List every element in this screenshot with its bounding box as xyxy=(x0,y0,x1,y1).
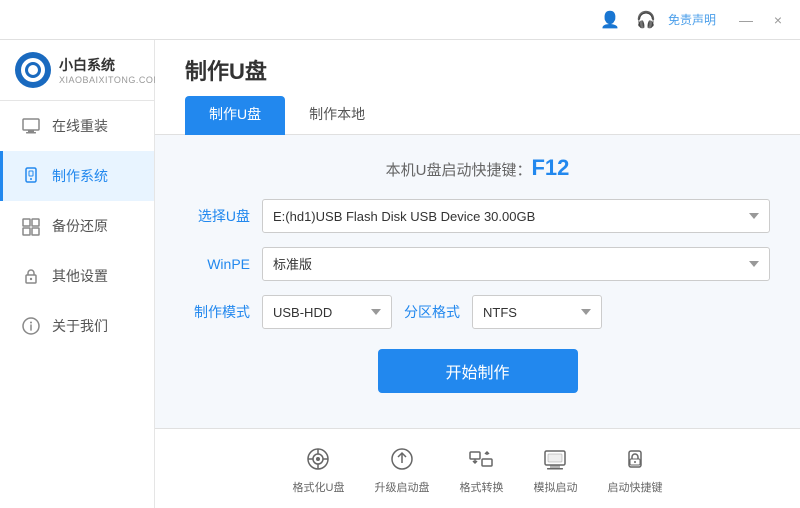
user-icon[interactable]: 👤 xyxy=(596,6,624,34)
sidebar-label-other-settings: 其他设置 xyxy=(52,266,108,286)
tool-boot-hotkey[interactable]: 启动快捷键 xyxy=(607,443,662,495)
shortcut-key: F12 xyxy=(531,155,569,180)
winpe-row: WinPE 标准版 xyxy=(185,247,770,281)
boot-hotkey-icon xyxy=(619,443,651,475)
bottom-toolbar: 格式化U盘 升级启动盘 xyxy=(155,428,800,508)
title-bar: 👤 🎧 免责声明 — × xyxy=(0,0,800,40)
upgrade-boot-icon xyxy=(386,443,418,475)
sidebar: 小白系统 XIAOBAIXITONG.COM 在线重装 xyxy=(0,40,155,508)
tab-make-local[interactable]: 制作本地 xyxy=(285,96,389,135)
usb-label: 选择U盘 xyxy=(185,206,250,226)
sidebar-nav: 在线重装 制作系统 xyxy=(0,101,154,508)
tool-upgrade-boot[interactable]: 升级启动盘 xyxy=(374,443,429,495)
sidebar-item-online-reinstall[interactable]: 在线重装 xyxy=(0,101,154,151)
content-area: 制作U盘 制作U盘 制作本地 本机U盘启动快捷键：F12 选择U盘 E:(hd1… xyxy=(155,40,800,508)
tool-sim-boot[interactable]: 模拟启动 xyxy=(533,443,577,495)
sidebar-label-make-system: 制作系统 xyxy=(52,166,108,186)
tab-bar: 制作U盘 制作本地 xyxy=(185,96,770,134)
logo-name: 小白系统 xyxy=(59,55,161,75)
main-layout: 小白系统 XIAOBAIXITONG.COM 在线重装 xyxy=(0,40,800,508)
start-button[interactable]: 开始制作 xyxy=(378,349,578,393)
mode-label: 制作模式 xyxy=(185,302,250,322)
sim-boot-label: 模拟启动 xyxy=(533,479,577,495)
sidebar-item-about-us[interactable]: 关于我们 xyxy=(0,301,154,351)
lock-icon xyxy=(20,265,42,287)
sidebar-label-online-reinstall: 在线重装 xyxy=(52,116,108,136)
close-button[interactable]: × xyxy=(766,8,790,32)
form-rows: 选择U盘 E:(hd1)USB Flash Disk USB Device 30… xyxy=(185,199,770,329)
logo-icon xyxy=(15,52,51,88)
winpe-label: WinPE xyxy=(185,256,250,272)
format-usb-icon xyxy=(302,443,334,475)
part-label: 分区格式 xyxy=(404,302,460,322)
mode-select[interactable]: USB-HDD xyxy=(262,295,392,329)
boot-hotkey-label: 启动快捷键 xyxy=(607,479,662,495)
format-usb-label: 格式化U盘 xyxy=(293,479,345,495)
sidebar-label-backup-restore: 备份还原 xyxy=(52,216,108,236)
monitor-icon xyxy=(20,115,42,137)
mode-row: 制作模式 USB-HDD 分区格式 NTFS xyxy=(185,295,770,329)
backup-icon xyxy=(20,215,42,237)
format-conv-icon xyxy=(465,443,497,475)
tab-make-usb[interactable]: 制作U盘 xyxy=(185,96,285,135)
usb-select[interactable]: E:(hd1)USB Flash Disk USB Device 30.00GB xyxy=(262,199,770,233)
shortcut-prefix: 本机U盘启动快捷键： xyxy=(386,162,532,179)
sidebar-item-other-settings[interactable]: 其他设置 xyxy=(0,251,154,301)
sim-boot-icon xyxy=(539,443,571,475)
info-icon xyxy=(20,315,42,337)
tool-format-usb[interactable]: 格式化U盘 xyxy=(293,443,345,495)
format-conv-label: 格式转换 xyxy=(459,479,503,495)
disclaimer-text[interactable]: 免责声明 xyxy=(668,11,716,28)
page-title: 制作U盘 xyxy=(185,54,770,86)
usb-row: 选择U盘 E:(hd1)USB Flash Disk USB Device 30… xyxy=(185,199,770,233)
logo-area: 小白系统 XIAOBAIXITONG.COM xyxy=(0,40,154,101)
sidebar-item-backup-restore[interactable]: 备份还原 xyxy=(0,201,154,251)
tool-format-conv[interactable]: 格式转换 xyxy=(459,443,503,495)
logo-text: 小白系统 XIAOBAIXITONG.COM xyxy=(59,55,161,85)
headset-icon[interactable]: 🎧 xyxy=(632,6,660,34)
upgrade-boot-label: 升级启动盘 xyxy=(374,479,429,495)
part-select[interactable]: NTFS xyxy=(472,295,602,329)
usb-icon xyxy=(20,165,42,187)
sidebar-label-about-us: 关于我们 xyxy=(52,316,108,336)
minimize-button[interactable]: — xyxy=(734,8,758,32)
content-body: 本机U盘启动快捷键：F12 选择U盘 E:(hd1)USB Flash Disk… xyxy=(155,135,800,428)
sidebar-item-make-system[interactable]: 制作系统 xyxy=(0,151,154,201)
logo-domain: XIAOBAIXITONG.COM xyxy=(59,75,161,85)
title-bar-icons: 👤 🎧 免责声明 — × xyxy=(596,6,790,34)
content-header: 制作U盘 制作U盘 制作本地 xyxy=(155,40,800,135)
shortcut-hint: 本机U盘启动快捷键：F12 xyxy=(185,155,770,181)
winpe-select[interactable]: 标准版 xyxy=(262,247,770,281)
